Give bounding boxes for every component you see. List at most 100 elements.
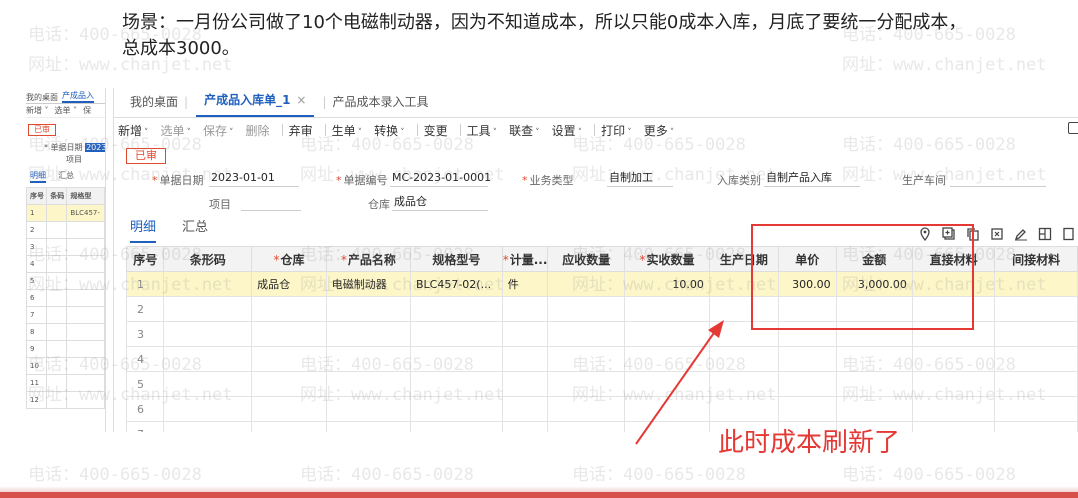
table-cell[interactable] [251,396,327,422]
table-cell[interactable] [501,321,549,347]
column-header[interactable]: 间接材料 [994,246,1078,272]
table-cell[interactable] [409,396,503,422]
toolbar-button[interactable]: 保存 ˅ [203,122,243,139]
table-cell[interactable] [994,346,1078,372]
table-cell[interactable] [624,396,710,422]
table-cell[interactable] [911,396,996,422]
table-cell[interactable] [409,296,503,322]
mini-grid-row[interactable]: 12 [26,391,105,409]
table-cell[interactable] [163,296,253,322]
table-cell[interactable] [777,396,837,422]
table-cell[interactable] [325,396,411,422]
table-cell[interactable] [325,296,411,322]
mini-grid-row[interactable]: 9 [26,340,105,358]
table-cell[interactable] [501,296,549,322]
table-cell[interactable]: 10.00 [624,271,710,297]
toolbar-button[interactable]: 选单 ˅ [161,122,201,139]
toolbar-button[interactable]: 删除 [246,122,279,139]
column-header[interactable]: *产品名称 [325,246,411,272]
table-cell[interactable] [835,396,913,422]
table-cell[interactable] [547,396,626,422]
table-cell[interactable] [777,346,837,372]
table-cell[interactable] [501,396,549,422]
table-cell[interactable] [624,296,710,322]
layout-icon[interactable] [1038,226,1054,241]
table-cell[interactable]: 成品仓 [251,271,327,297]
mini-save-button[interactable]: 保 [83,105,91,116]
table-row[interactable]: 4 [125,346,1078,372]
column-header[interactable]: 应收数量 [547,246,626,272]
mini-grid-row[interactable]: 6 [26,289,105,307]
tab-cost-tool[interactable]: | 产品成本录入工具 [314,93,436,117]
table-cell[interactable] [994,421,1078,432]
mini-grid-row[interactable]: 3 [26,238,105,256]
toolbar-button[interactable]: 打印 ˅ [601,122,641,139]
table-cell[interactable] [994,321,1078,347]
table-cell[interactable] [325,321,411,347]
toolbar-button[interactable]: 变更 [424,122,457,139]
biz-type-field[interactable]: 自制加工 [607,169,673,187]
toolbar-button[interactable]: 设置 ˅ [552,122,592,139]
table-cell[interactable] [708,371,779,397]
column-header[interactable]: *仓库 [251,246,327,272]
table-cell[interactable] [409,371,503,397]
mini-grid-row[interactable]: 1 BLC457- [26,204,105,222]
table-cell[interactable] [547,346,626,372]
table-cell[interactable] [624,321,710,347]
table-cell[interactable] [911,371,996,397]
mini-tab-inbound[interactable]: 产成品入 [62,90,94,103]
column-header[interactable]: *计量... [501,246,549,272]
settings-panel-icon[interactable] [1062,226,1078,241]
table-cell[interactable]: BLC457-02(... [409,271,503,297]
table-cell[interactable] [994,396,1078,422]
table-cell[interactable] [251,346,327,372]
table-cell[interactable] [708,346,779,372]
table-cell[interactable] [547,271,626,297]
column-header[interactable]: 序号 [125,246,165,272]
mini-grid-row[interactable]: 7 [26,306,105,324]
toolbar-button[interactable]: 工具 ˅ [467,122,507,139]
table-row[interactable]: 5 [125,371,1078,397]
table-cell[interactable]: 2 [125,296,165,322]
mini-grid-row[interactable]: 11 [26,374,105,392]
mini-grid-row[interactable]: 5 [26,272,105,290]
table-cell[interactable] [501,421,549,432]
edit-icon[interactable] [1014,226,1030,241]
table-cell[interactable] [251,296,327,322]
mini-grid-row[interactable]: 2 [26,221,105,239]
table-cell[interactable] [547,296,626,322]
column-header[interactable]: 规格型号 [409,246,503,272]
table-cell[interactable] [501,371,549,397]
table-cell[interactable]: 件 [501,271,549,297]
tab-inbound-order[interactable]: 产成品入库单_1 × [196,91,315,117]
toolbar-button[interactable]: 弃审 [289,122,322,139]
table-cell[interactable]: 7 [125,421,165,432]
column-header[interactable]: 条形码 [163,246,253,272]
column-header[interactable]: *实收数量 [624,246,710,272]
doc-no-field[interactable]: MC-2023-01-0001 [390,169,491,187]
mini-subtab-summary[interactable]: 汇总 [58,170,74,183]
table-cell[interactable] [994,271,1078,297]
in-type-field[interactable]: 自制产品入库 [764,169,860,187]
table-cell[interactable] [911,421,996,432]
workshop-field[interactable] [950,169,1046,187]
table-cell[interactable]: 6 [125,396,165,422]
toolbar-button[interactable]: 新增 ˅ [118,122,158,139]
mini-tab-desktop[interactable]: 我的桌面 [26,92,58,103]
table-row[interactable]: 6 [125,396,1078,422]
table-cell[interactable] [547,321,626,347]
table-cell[interactable] [708,396,779,422]
table-cell[interactable]: 3 [125,321,165,347]
mini-grid-row[interactable]: 10 [26,357,105,375]
table-cell[interactable] [325,346,411,372]
toolbar-button[interactable]: 更多 ˅ [644,122,684,139]
close-icon[interactable]: × [296,93,306,107]
table-cell[interactable] [409,421,503,432]
table-cell[interactable] [835,371,913,397]
table-cell[interactable] [547,371,626,397]
delete-row-icon[interactable] [990,226,1006,240]
table-cell[interactable] [163,421,253,432]
mini-grid-row[interactable]: 4 [26,255,105,273]
table-cell[interactable] [501,346,549,372]
table-cell[interactable] [163,396,253,422]
